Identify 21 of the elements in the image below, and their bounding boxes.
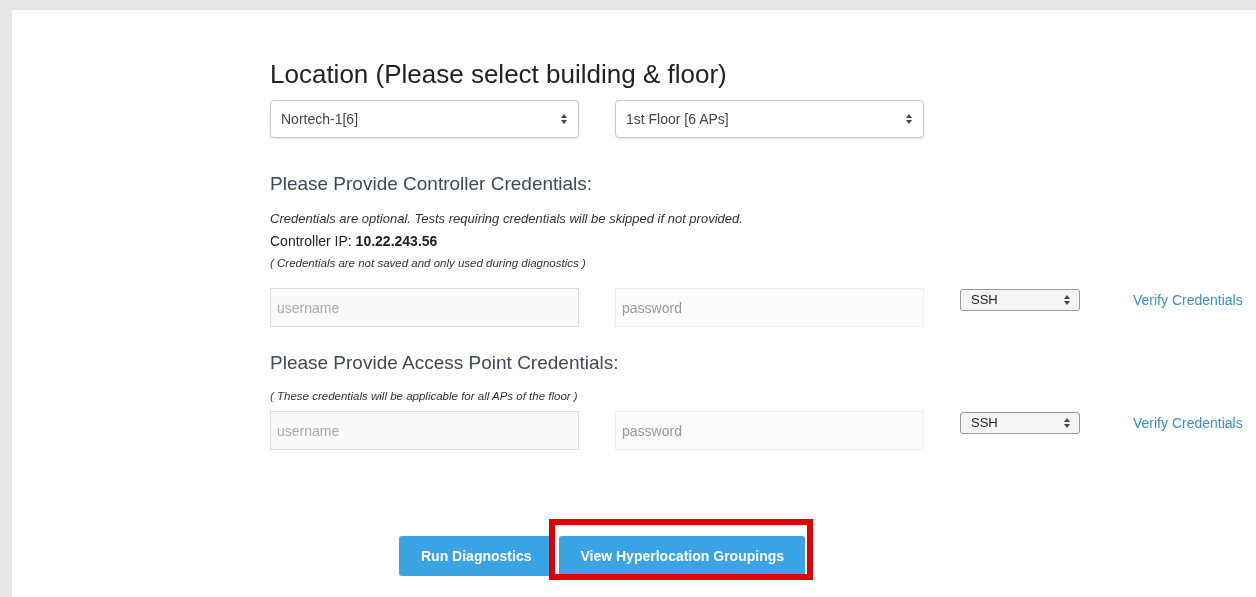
up-down-arrows-icon: [905, 113, 913, 125]
dropdown[interactable]: 1st Floor [6 APs]: [615, 100, 924, 138]
dropdown[interactable]: SSH: [960, 289, 1080, 311]
note-text: ( These credentials will be applicable for all APs of the floor ): [270, 389, 579, 404]
controller-ip-text: Controller IP: 10.22.243.56: [270, 232, 439, 251]
verify-credentials-link[interactable]: Verify Credentials: [1133, 413, 1243, 434]
dropdown[interactable]: Nortech-1[6]: [270, 100, 579, 138]
verify-credentials-link[interactable]: Verify Credentials: [1133, 290, 1243, 311]
section-heading: Location (Please select building & floor): [270, 58, 728, 90]
username-field[interactable]: username: [270, 288, 579, 327]
up-down-arrows-icon: [560, 113, 568, 125]
up-down-arrows-icon: [1063, 294, 1071, 306]
section-heading: Please Provide Access Point Credentials:: [270, 351, 620, 375]
section-heading: Please Provide Controller Credentials:: [270, 172, 594, 196]
note-text: ( Credentials are not saved and only used during diagnostics ): [270, 256, 587, 271]
note-text: Credentials are optional. Tests requiring credentials will be skipped if not provided.: [270, 210, 744, 228]
dropdown[interactable]: SSH: [960, 412, 1080, 434]
up-down-arrows-icon: [1063, 417, 1071, 429]
password-field[interactable]: password: [615, 411, 924, 450]
password-field[interactable]: password: [615, 288, 924, 327]
username-field[interactable]: username: [270, 411, 579, 450]
